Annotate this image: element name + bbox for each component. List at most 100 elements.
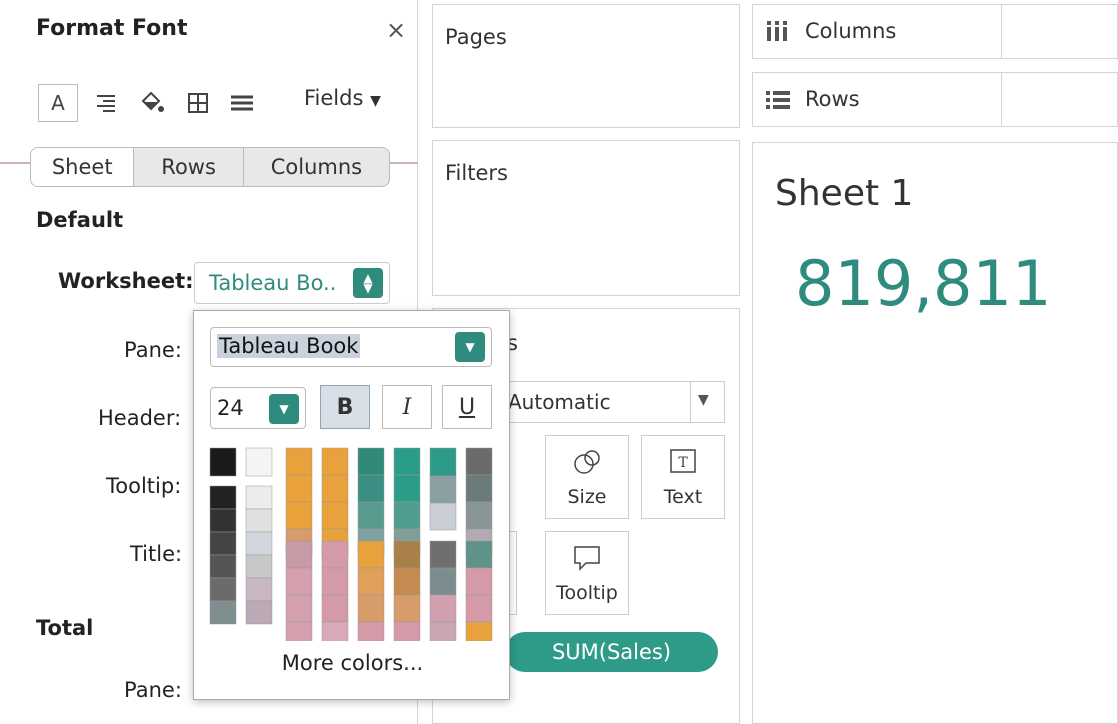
tooltip-mark-button[interactable]: Tooltip [545,531,629,615]
pane-label: Pane: [124,338,182,362]
pages-label: Pages [445,25,507,49]
color-swatch[interactable] [285,447,313,476]
color-swatch[interactable] [393,567,421,596]
rows-shelf[interactable]: Rows [752,72,1118,127]
color-swatch[interactable] [285,474,313,503]
tab-sheet[interactable]: Sheet [31,148,135,186]
worksheet-label: Worksheet: [58,269,194,293]
columns-icon [765,19,789,47]
columns-label: Columns [805,19,897,43]
tab-columns[interactable]: Columns [244,148,389,186]
color-swatch[interactable] [321,474,349,503]
sheet-view: Sheet 1 819,811 [752,142,1118,724]
color-swatch[interactable] [321,540,349,569]
pane-title: Format Font [36,16,188,41]
sales-value[interactable]: 819,811 [795,247,1051,320]
tooltip-icon [572,544,602,578]
pages-shelf[interactable]: Pages [432,4,740,128]
tab-rows[interactable]: Rows [134,148,244,186]
worksheet-font-select[interactable]: Tableau Bo.. ▲ ▼ [194,262,390,304]
color-swatch[interactable] [245,554,273,579]
close-icon[interactable]: × [386,16,406,44]
color-swatch[interactable] [393,447,421,476]
color-swatch[interactable] [285,594,313,623]
color-swatch[interactable] [429,621,457,641]
selected-color-swatch[interactable] [429,447,457,477]
color-swatch[interactable] [465,567,493,596]
columns-shelf[interactable]: Columns [752,4,1118,59]
color-swatch[interactable] [209,485,237,510]
shading-icon[interactable] [132,84,172,122]
color-swatch[interactable] [357,501,385,530]
color-swatch[interactable] [209,508,237,533]
borders-icon[interactable] [178,84,218,122]
title-label: Title: [130,542,183,566]
lines-icon[interactable] [222,84,262,122]
alignment-icon[interactable] [86,84,126,122]
fields-dropdown[interactable]: Fields ▼ [304,86,381,110]
font-icon[interactable]: A [38,84,78,122]
color-swatch[interactable] [393,621,421,641]
default-heading: Default [36,208,124,232]
color-swatch[interactable] [429,540,457,569]
chevron-down-icon: ▼ [698,392,709,408]
sheet-title: Sheet 1 [775,173,914,214]
color-swatch[interactable] [321,447,349,476]
color-swatch[interactable] [209,554,237,579]
color-swatch[interactable] [357,621,385,641]
color-swatch[interactable] [465,594,493,623]
color-swatch[interactable] [393,594,421,623]
color-swatch[interactable] [357,474,385,503]
text-mark-button[interactable]: T Text [641,435,725,519]
color-swatches[interactable] [194,311,511,641]
filters-label: Filters [445,161,508,185]
color-swatch[interactable] [429,502,457,531]
total-heading: Total [36,616,94,640]
color-swatch[interactable] [285,501,313,530]
color-swatch[interactable] [465,621,493,641]
font-popup: Tableau Book ▼ 24 ▼ B I U More colors... [193,310,510,700]
more-colors-link[interactable]: More colors... [194,651,511,675]
rows-icon [765,89,791,115]
tab-bar: Sheet Rows Columns [30,147,390,187]
text-icon: T [669,448,697,480]
sum-sales-pill[interactable]: SUM(Sales) [505,632,718,672]
color-swatch[interactable] [357,540,385,569]
color-swatch[interactable] [357,567,385,596]
color-swatch[interactable] [321,501,349,530]
filters-shelf[interactable]: Filters [432,140,740,296]
color-swatch[interactable] [209,577,237,602]
color-swatch[interactable] [285,540,313,569]
svg-text:T: T [678,455,688,471]
color-swatch[interactable] [209,531,237,556]
rows-label: Rows [805,87,860,111]
color-swatch[interactable] [429,567,457,596]
stepper-icon: ▲ ▼ [353,268,383,298]
color-swatch[interactable] [357,447,385,476]
color-swatch[interactable] [465,474,493,503]
size-mark-button[interactable]: Size [545,435,629,519]
color-swatch[interactable] [465,540,493,569]
color-swatch[interactable] [285,621,313,641]
color-swatch[interactable] [393,501,421,530]
color-swatch[interactable] [321,567,349,596]
color-swatch[interactable] [245,531,273,556]
color-swatch[interactable] [357,594,385,623]
total-pane-label: Pane: [124,678,182,702]
color-swatch[interactable] [245,485,273,510]
color-swatch[interactable] [209,447,237,477]
color-swatch[interactable] [321,621,349,641]
color-swatch[interactable] [245,600,273,625]
color-swatch[interactable] [465,501,493,530]
color-swatch[interactable] [245,577,273,602]
color-swatch[interactable] [429,594,457,623]
color-swatch[interactable] [285,567,313,596]
color-swatch[interactable] [429,475,457,504]
color-swatch[interactable] [321,594,349,623]
color-swatch[interactable] [393,540,421,569]
color-swatch[interactable] [209,600,237,625]
color-swatch[interactable] [465,447,493,476]
color-swatch[interactable] [245,447,273,477]
color-swatch[interactable] [245,508,273,533]
color-swatch[interactable] [393,474,421,503]
